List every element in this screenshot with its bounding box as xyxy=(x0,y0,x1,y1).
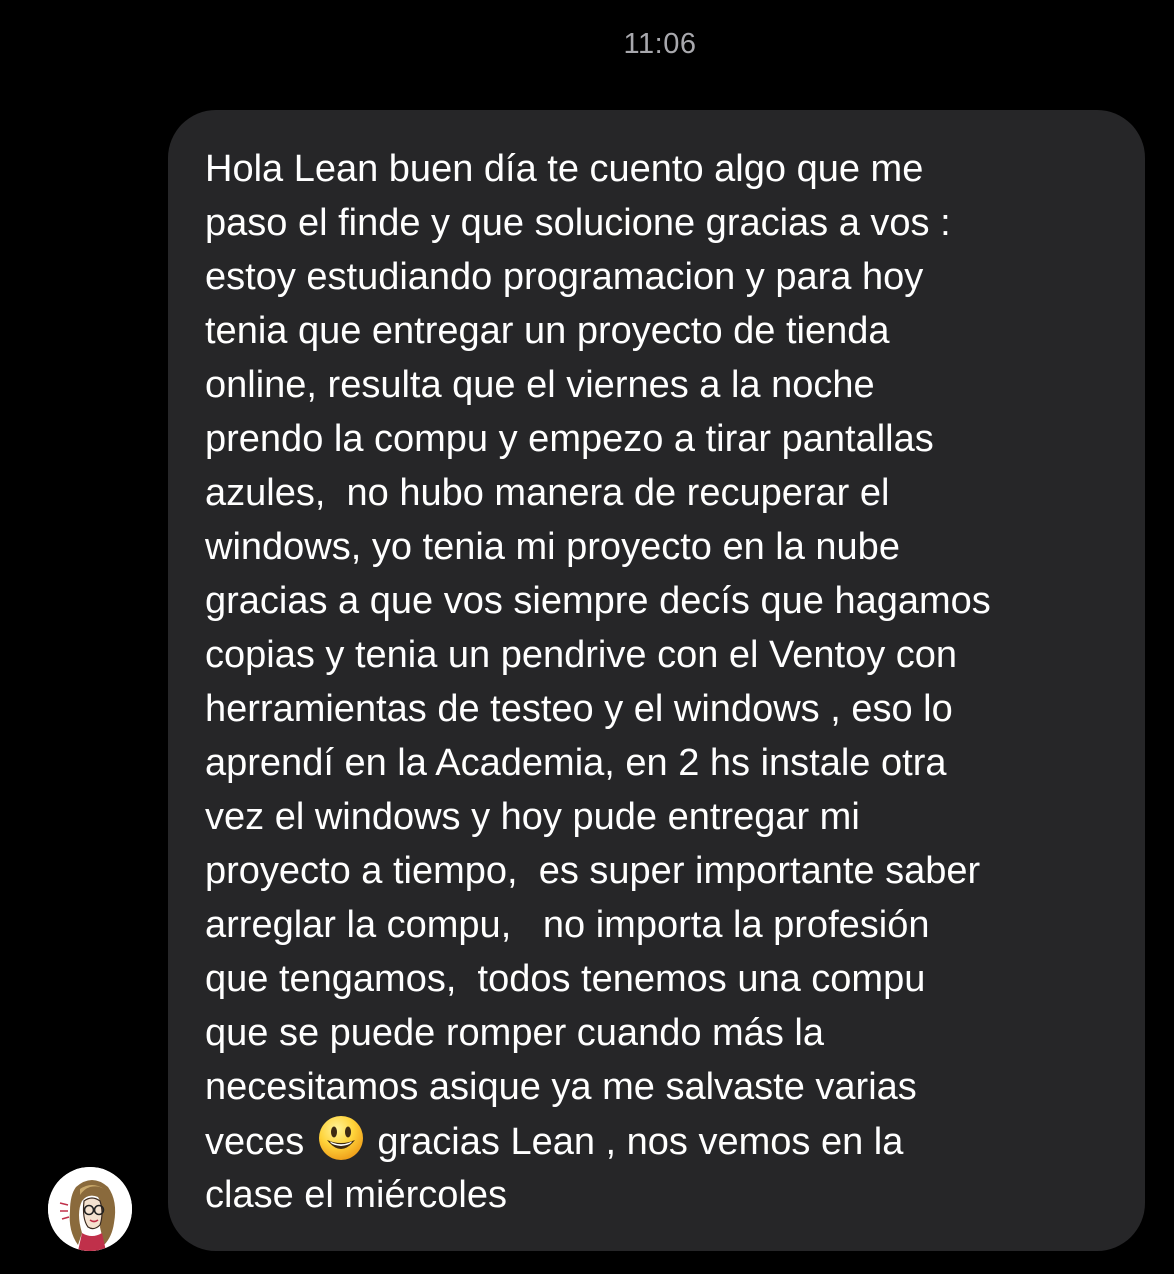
message-line: prendo la compu y empezo a tirar pantall… xyxy=(205,418,934,460)
message-text-segment: veces xyxy=(205,1121,315,1163)
message-line: gracias a que vos siempre decís que haga… xyxy=(205,580,991,622)
message-line: tenia que entregar un proyecto de tienda xyxy=(205,310,890,352)
message-line: vez el windows y hoy pude entregar mi xyxy=(205,796,860,838)
avatar-illustration-icon xyxy=(48,1167,132,1251)
message-line: windows, yo tenia mi proyecto en la nube xyxy=(205,526,900,568)
message-timestamp: 11:06 xyxy=(623,28,697,60)
message-line: que se puede romper cuando más la xyxy=(205,1012,824,1054)
message-text: Hola Lean buen día te cuento algo que me… xyxy=(205,142,991,1222)
message-line: proyecto a tiempo, es super importante s… xyxy=(205,850,981,892)
message-bubble[interactable]: Hola Lean buen día te cuento algo que me… xyxy=(168,110,1145,1251)
smiley-emoji-icon xyxy=(318,1116,363,1160)
message-line: online, resulta que el viernes a la noch… xyxy=(205,364,875,406)
sender-avatar[interactable] xyxy=(48,1167,132,1251)
message-line: azules, no hubo manera de recuperar el xyxy=(205,472,890,514)
message-line: clase el miércoles xyxy=(205,1174,507,1216)
message-line: necesitamos asique ya me salvaste varias xyxy=(205,1066,917,1108)
message-text-segment: gracias Lean , nos vemos en la xyxy=(366,1121,904,1163)
message-line: estoy estudiando programacion y para hoy xyxy=(205,256,924,298)
message-line: herramientas de testeo y el windows , es… xyxy=(205,688,953,730)
message-line: copias y tenia un pendrive con el Ventoy… xyxy=(205,634,958,676)
message-line: arreglar la compu, no importa la profesi… xyxy=(205,904,930,946)
message-line: aprendí en la Academia, en 2 hs instale … xyxy=(205,742,947,784)
message-line: Hola Lean buen día te cuento algo que me xyxy=(205,148,924,190)
message-line-with-emoji: veces gracias Lean , nos vemos en la xyxy=(205,1114,991,1168)
message-line: que tengamos, todos tenemos una compu xyxy=(205,958,926,1000)
message-line: paso el finde y que solucione gracias a … xyxy=(205,202,951,244)
